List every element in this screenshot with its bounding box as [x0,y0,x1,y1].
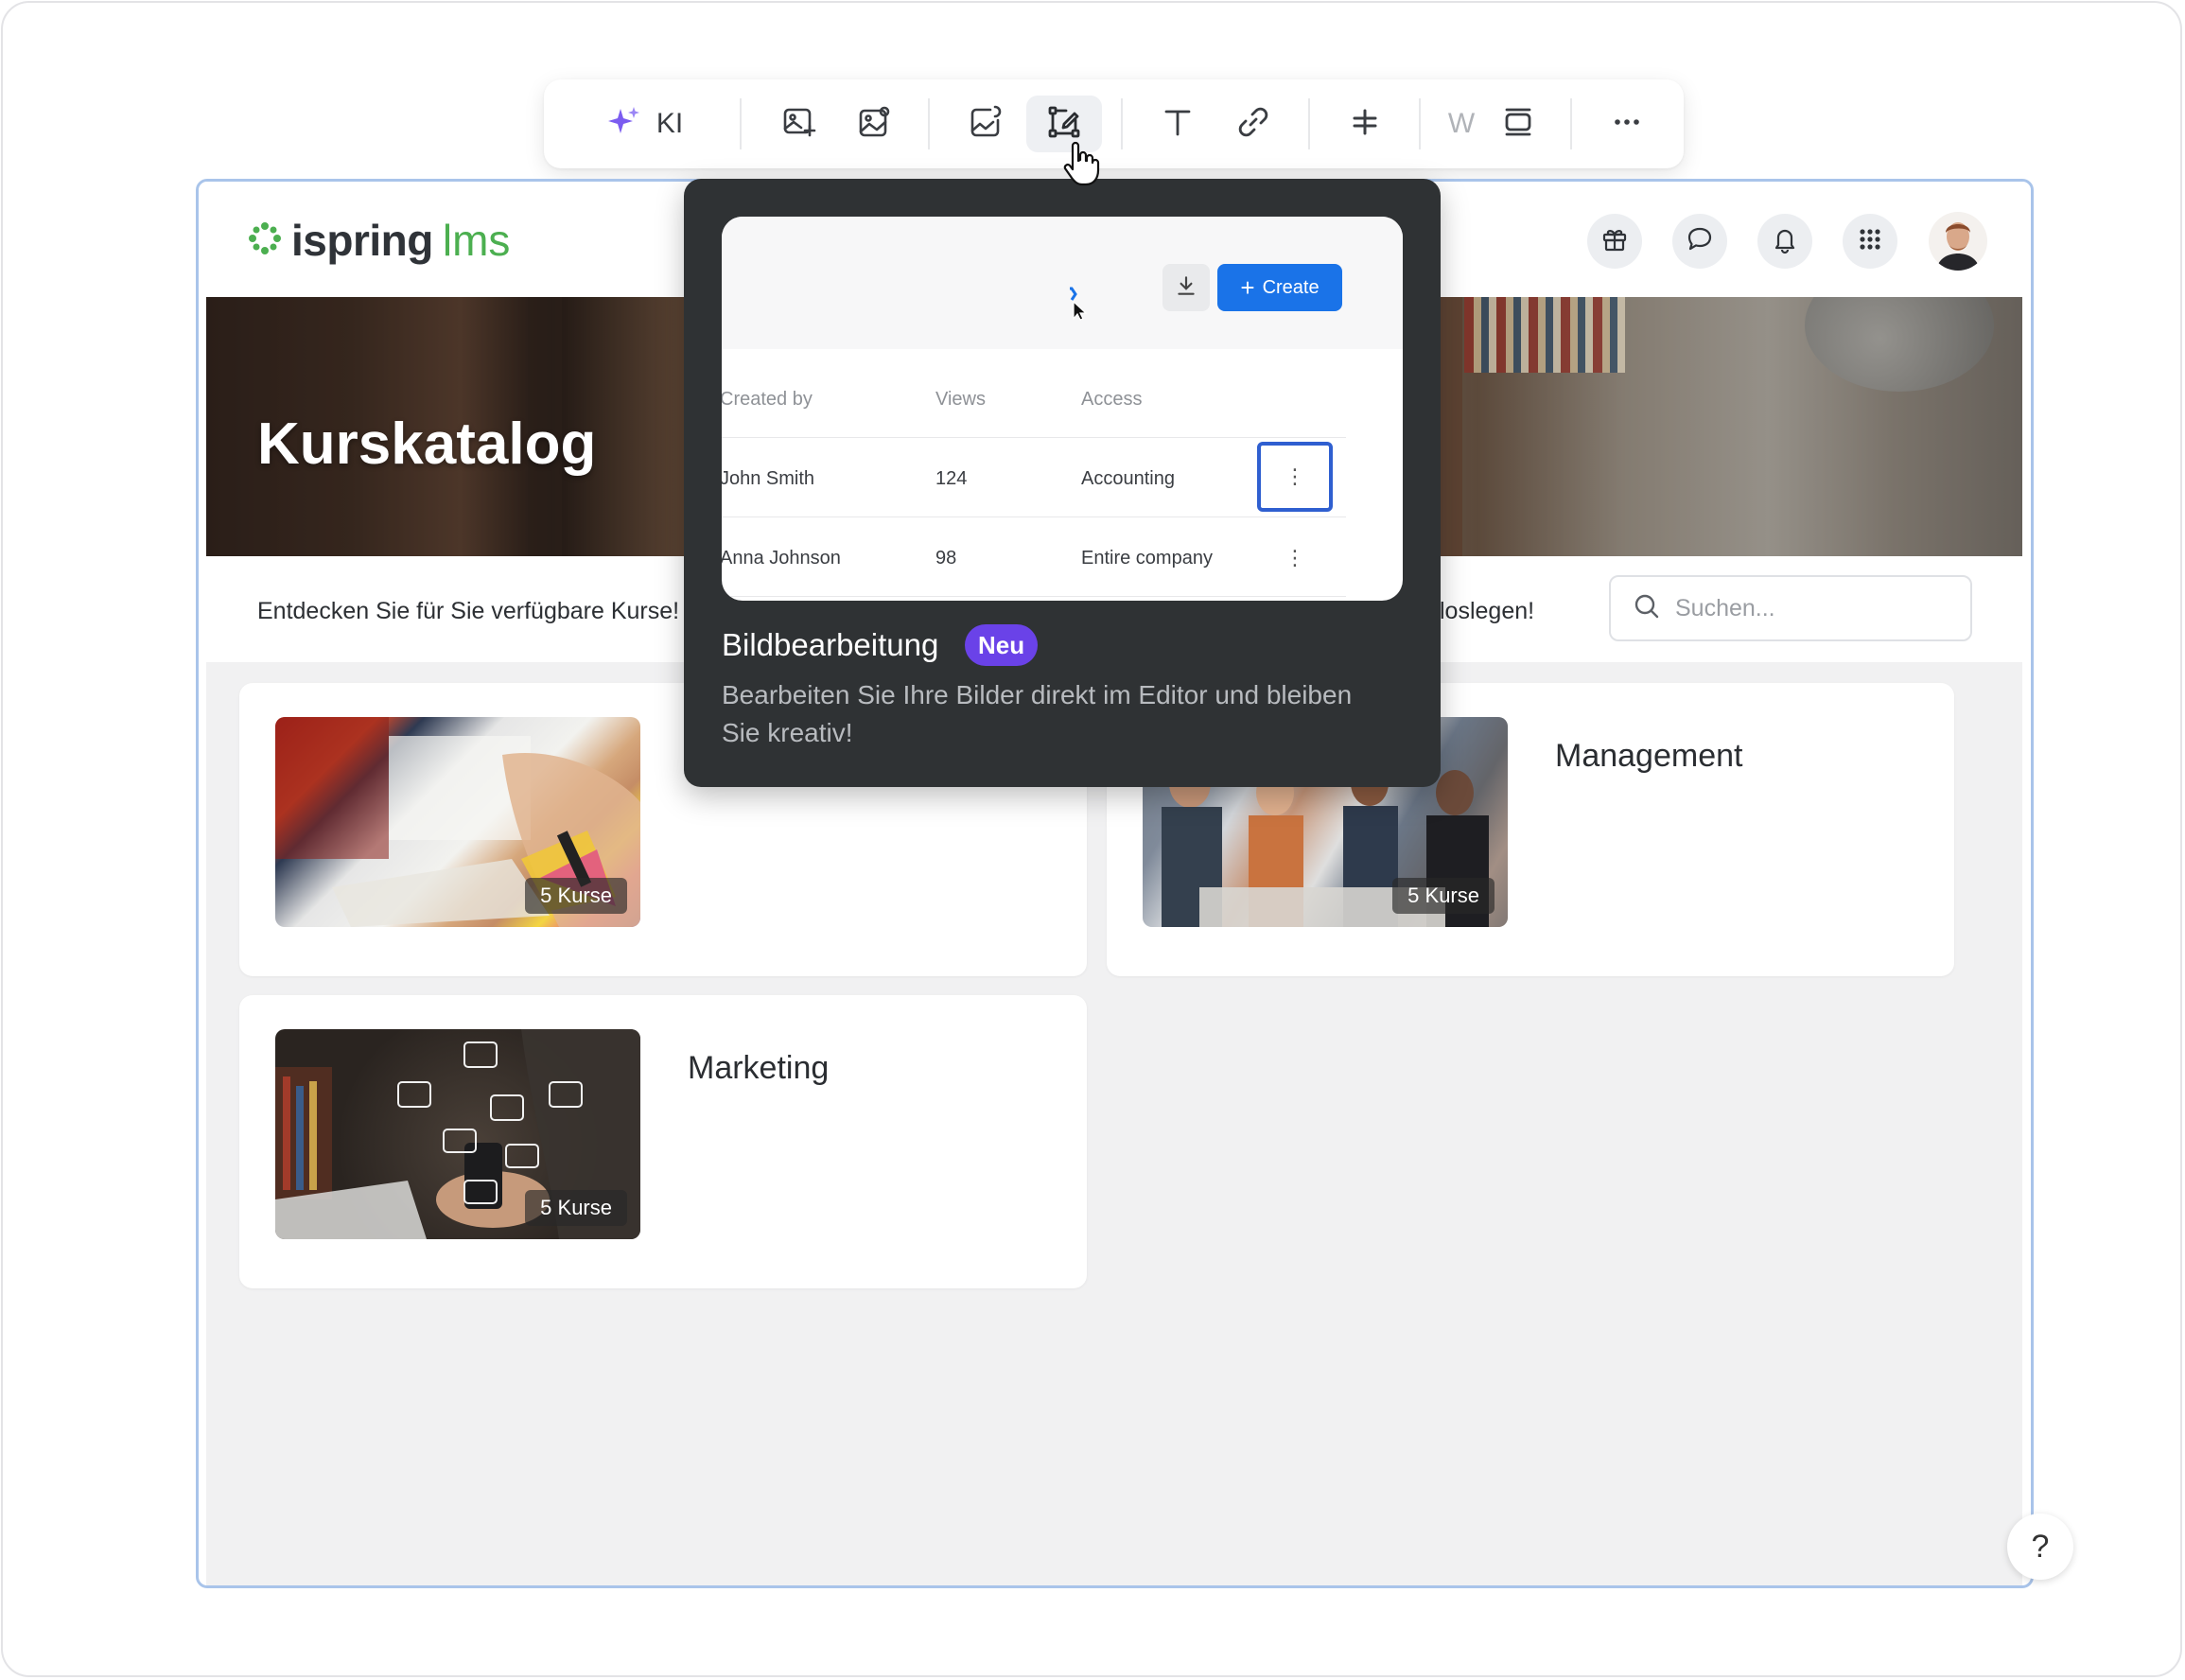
preview-table-row: Anna Johnson 98 Entire company ⋮ [722,519,1346,597]
insert-image-button[interactable] [771,96,828,152]
logo-suffix: lms [442,216,511,265]
course-count-badge: 5 Kurse [1392,878,1495,914]
category-image: 5 Kurse [275,1029,640,1239]
more-button[interactable] [1594,96,1660,152]
course-count-badge: 5 Kurse [525,1190,627,1226]
preview-cell: 124 [935,467,968,489]
logo-mark-icon [246,219,284,262]
gift-icon [1599,224,1630,259]
category-image: 5 Kurse [275,717,640,927]
intro-text: Entdecken Sie für Sie verfügbare Kurse! [257,598,680,624]
text-button[interactable] [1149,96,1206,152]
image-magic-icon [968,103,1005,146]
chat-button[interactable] [1672,214,1727,269]
more-dots-icon [1608,103,1646,146]
ai-button[interactable]: KI [593,96,695,152]
chat-bubble-icon [1685,224,1715,259]
width-label: W [1447,108,1476,139]
feature-preview: + Create Created by Views Access John Sm… [722,217,1403,601]
width-button[interactable]: W [1433,96,1490,152]
hand-cursor-icon [1063,141,1100,186]
logo-text: ispring [291,216,433,265]
category-title: Marketing [688,1050,830,1086]
gift-button[interactable] [1587,214,1642,269]
toolbar-divider [1121,98,1123,149]
search-icon [1611,591,1662,626]
preview-table-header: Created by Views Access [722,360,1346,438]
notifications-button[interactable] [1757,214,1812,269]
text-icon [1159,103,1197,146]
preview-header-cell: Access [1081,388,1143,410]
ispring-logo[interactable]: ispring lms [246,214,510,267]
download-icon [1174,273,1198,303]
align-center-icon [1346,103,1384,146]
popover-title: Bildbearbeitung [722,627,939,662]
crop-edit-icon [1045,103,1083,146]
align-button[interactable] [1337,96,1393,152]
search-box[interactable] [1609,575,1972,641]
preview-cursor-icon [1070,287,1088,321]
catalog-content: 5 Kurse 5 Kurse Management 5 Kurse Marke… [206,662,2022,1585]
preview-cell: 98 [935,547,957,569]
preview-row-menu: ⋮ [1285,546,1305,569]
preview-create-label: Create [1262,276,1320,298]
banner-decor [1464,297,1625,373]
toolbar-divider [928,98,930,149]
preview-cell: John Smith [722,467,815,489]
new-badge: Neu [965,624,1039,666]
preview-cell: Entire company [1081,547,1213,569]
frame-icon [1499,103,1537,146]
preview-cell: Anna Johnson [722,547,841,569]
image-ai-button[interactable] [958,96,1015,152]
sparkle-icon [605,103,643,146]
apps-button[interactable] [1843,214,1897,269]
toolbar-divider [1570,98,1572,149]
course-count-badge: 5 Kurse [525,878,627,914]
link-icon [1234,103,1272,146]
preview-row-menu: ⋮ [1257,442,1333,512]
ai-button-label: KI [656,108,684,139]
link-button[interactable] [1225,96,1282,152]
search-input[interactable] [1675,594,1959,622]
category-title: Management [1555,738,1743,774]
editor-toolbar: KI W [544,79,1684,168]
preview-header-cell: Created by [722,388,813,410]
preview-create-button: + Create [1217,264,1342,311]
toolbar-divider [740,98,742,149]
page-title: Kurskatalog [257,411,597,477]
image-person-icon [856,103,894,146]
popover-description: Bearbeiten Sie Ihre Bilder direkt im Edi… [722,680,1353,747]
toolbar-divider [1419,98,1421,149]
image-settings-button[interactable] [847,96,903,152]
frame-button[interactable] [1490,96,1547,152]
feature-popover: + Create Created by Views Access John Sm… [684,179,1441,787]
grid-apps-icon [1855,224,1885,259]
preview-table-row: John Smith 124 Accounting ⋮ [722,440,1346,517]
user-avatar[interactable] [1929,212,1987,271]
plus-icon: + [1240,273,1255,302]
category-card[interactable]: 5 Kurse Marketing [239,995,1087,1288]
preview-cell: Accounting [1081,467,1175,489]
image-add-icon [780,103,818,146]
preview-header-cell: Views [935,388,986,410]
preview-download-button [1162,264,1210,311]
toolbar-divider [1308,98,1310,149]
intro-text-end: loslegen! [1440,598,1535,624]
help-button[interactable]: ? [2007,1514,2073,1580]
bell-icon [1770,224,1800,259]
banner-decor [1805,297,1994,392]
